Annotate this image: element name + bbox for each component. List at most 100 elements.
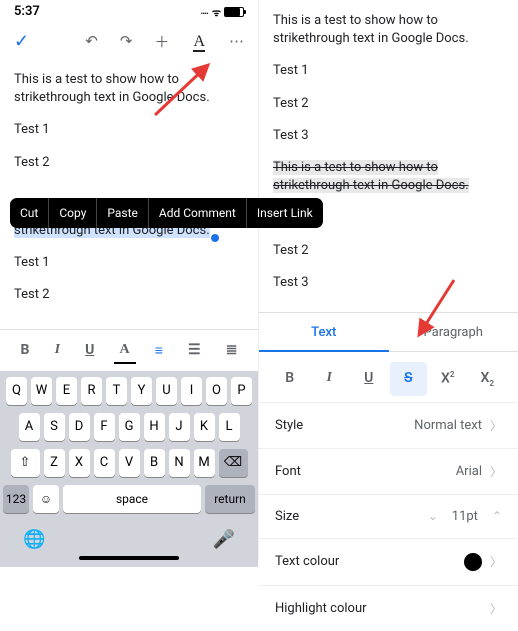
key-d[interactable]: D	[69, 413, 90, 441]
mic-icon[interactable]: 🎤	[213, 529, 235, 550]
format-a-icon: A	[193, 33, 205, 50]
superscript-button[interactable]: X2	[429, 362, 467, 396]
paragraph: Test 2	[14, 286, 244, 304]
left-screenshot: 5:37 .... ᯤ ✓ ↶ ↷ ＋ A ⋯ This is a test t…	[0, 0, 259, 560]
key-123[interactable]: 123	[3, 485, 29, 513]
format-bar: B I U A ≡ ☰ ≣	[0, 329, 258, 371]
key-shift[interactable]: ⇧	[11, 449, 40, 477]
text-colour-row[interactable]: Text colour 〉	[259, 538, 518, 585]
italic-button[interactable]: I	[311, 362, 349, 396]
status-time: 5:37	[14, 4, 40, 19]
keyboard-row-4: 123 ☺ space return	[3, 485, 255, 513]
align-button[interactable]: ≡	[149, 338, 169, 363]
underline-button[interactable]: U	[350, 362, 388, 396]
subscript-button[interactable]: X2	[469, 362, 507, 396]
context-paste[interactable]: Paste	[97, 198, 149, 228]
key-x[interactable]: X	[69, 449, 90, 477]
highlight-colour-row[interactable]: Highlight colour 〉	[259, 585, 518, 631]
text-format-button[interactable]: A	[191, 29, 207, 53]
context-insert-link[interactable]: Insert Link	[247, 198, 323, 228]
key-y[interactable]: Y	[131, 377, 152, 405]
key-j[interactable]: J	[169, 413, 190, 441]
context-copy[interactable]: Copy	[49, 198, 97, 228]
number-list-button[interactable]: ≣	[220, 338, 244, 362]
bold-button[interactable]: B	[15, 338, 36, 362]
key-return[interactable]: return	[205, 485, 255, 513]
key-w[interactable]: W	[31, 377, 52, 405]
keyboard-row-2: A S D F G H J K L	[3, 413, 255, 441]
chevron-right-icon: 〉	[490, 553, 502, 570]
key-u[interactable]: U	[156, 377, 177, 405]
bullet-list-button[interactable]: ☰	[182, 338, 207, 362]
text-color-button[interactable]: A	[114, 338, 136, 362]
key-v[interactable]: V	[119, 449, 140, 477]
size-decrease-icon[interactable]: ⌄	[428, 509, 438, 523]
key-g[interactable]: G	[119, 413, 140, 441]
key-c[interactable]: C	[94, 449, 115, 477]
paragraph: Test 2	[14, 154, 244, 172]
italic-button[interactable]: I	[49, 338, 66, 362]
key-b[interactable]: B	[144, 449, 165, 477]
format-panel: Text Paragraph B I U S X2 X2 Style Norma…	[259, 312, 518, 631]
status-bar: 5:37 .... ᯤ	[0, 0, 258, 21]
key-o[interactable]: O	[206, 377, 227, 405]
size-row: Size ⌄ 11pt ⌃	[259, 494, 518, 538]
context-cut[interactable]: Cut	[10, 198, 49, 228]
home-indicator[interactable]	[79, 556, 179, 560]
style-row[interactable]: Style Normal text〉	[259, 402, 518, 448]
key-s[interactable]: S	[44, 413, 65, 441]
style-value: Normal text	[414, 418, 482, 433]
strikethrough-button[interactable]: S	[390, 362, 428, 396]
more-icon[interactable]: ⋯	[229, 32, 244, 50]
redo-icon[interactable]: ↷	[120, 32, 133, 50]
key-l[interactable]: L	[219, 413, 240, 441]
bold-button[interactable]: B	[271, 362, 309, 396]
chevron-right-icon: 〉	[490, 463, 502, 480]
paragraph: Test 1	[14, 121, 244, 139]
font-row[interactable]: Font Arial〉	[259, 448, 518, 494]
tab-text[interactable]: Text	[259, 313, 389, 352]
chevron-right-icon: 〉	[490, 600, 502, 617]
key-e[interactable]: E	[56, 377, 77, 405]
globe-icon[interactable]: 🌐	[23, 529, 45, 550]
context-add-comment[interactable]: Add Comment	[149, 198, 247, 228]
key-q[interactable]: Q	[6, 377, 27, 405]
key-r[interactable]: R	[81, 377, 102, 405]
key-f[interactable]: F	[94, 413, 115, 441]
document-body[interactable]: This is a test to show how to strikethro…	[259, 0, 518, 312]
done-check-icon[interactable]: ✓	[14, 31, 29, 52]
underline-button[interactable]: U	[79, 338, 100, 362]
paragraph: Test 3	[273, 274, 504, 292]
key-a[interactable]: A	[19, 413, 40, 441]
key-p[interactable]: P	[231, 377, 252, 405]
size-increase-icon[interactable]: ⌃	[492, 509, 502, 523]
keyboard-row-1: Q W E R T Y U I O P	[3, 377, 255, 405]
highlight-colour-label: Highlight colour	[275, 601, 367, 616]
size-label: Size	[275, 509, 299, 524]
key-i[interactable]: I	[181, 377, 202, 405]
key-k[interactable]: K	[194, 413, 215, 441]
undo-icon[interactable]: ↶	[85, 32, 98, 50]
format-tabs: Text Paragraph	[259, 313, 518, 352]
wifi-icon: ᯤ	[212, 5, 220, 19]
colour-swatch	[464, 553, 482, 571]
text-colour-label: Text colour	[275, 554, 339, 569]
key-emoji[interactable]: ☺	[33, 485, 59, 513]
key-m[interactable]: M	[194, 449, 215, 477]
paragraph: Test 1	[14, 254, 244, 272]
key-n[interactable]: N	[169, 449, 190, 477]
right-screenshot: This is a test to show how to strikethro…	[259, 0, 518, 560]
key-space[interactable]: space	[63, 485, 201, 513]
insert-plus-icon[interactable]: ＋	[154, 31, 169, 52]
paragraph: This is a test to show how to strikethro…	[273, 12, 504, 48]
key-h[interactable]: H	[144, 413, 165, 441]
key-backspace[interactable]: ⌫	[219, 449, 248, 477]
keyboard-row-3: ⇧ Z X C V B N M ⌫	[3, 449, 255, 477]
toolbar: ✓ ↶ ↷ ＋ A ⋯	[0, 21, 258, 61]
key-z[interactable]: Z	[44, 449, 65, 477]
selection-handle-end[interactable]	[211, 234, 219, 242]
red-arrow-annotation	[150, 60, 220, 124]
key-t[interactable]: T	[106, 377, 127, 405]
keyboard-bottom: 🌐 🎤	[3, 521, 255, 554]
paragraph: Test 3	[273, 127, 504, 145]
